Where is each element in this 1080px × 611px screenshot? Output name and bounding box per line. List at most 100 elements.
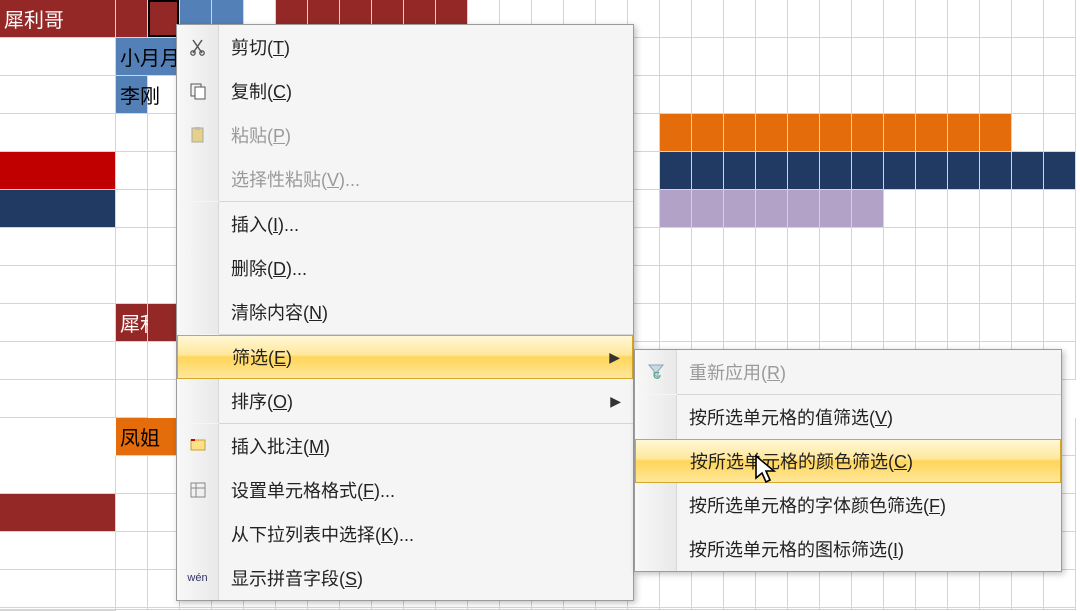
cell[interactable] — [1012, 228, 1044, 266]
cell[interactable] — [788, 190, 820, 228]
cell[interactable] — [820, 608, 852, 610]
cell[interactable] — [756, 266, 788, 304]
cell[interactable] — [724, 190, 756, 228]
cell[interactable] — [244, 608, 276, 610]
cell[interactable] — [884, 570, 916, 608]
cell[interactable] — [980, 304, 1012, 342]
cell[interactable] — [148, 608, 180, 610]
cell[interactable] — [724, 152, 756, 190]
cell[interactable] — [948, 608, 980, 610]
cell[interactable] — [820, 38, 852, 76]
cell[interactable] — [692, 38, 724, 76]
cell[interactable] — [980, 228, 1012, 266]
cell[interactable] — [1012, 0, 1044, 38]
cell[interactable] — [692, 152, 724, 190]
cell[interactable] — [980, 190, 1012, 228]
cell[interactable] — [692, 228, 724, 266]
cell[interactable] — [884, 228, 916, 266]
cell[interactable]: 凤姐 — [116, 418, 180, 456]
cell[interactable] — [0, 494, 116, 532]
cell[interactable] — [1044, 76, 1076, 114]
menu-item-copy[interactable]: 复制(C) — [177, 69, 633, 113]
cell[interactable] — [116, 532, 148, 570]
cell[interactable] — [884, 190, 916, 228]
cell[interactable] — [820, 76, 852, 114]
cell[interactable] — [884, 304, 916, 342]
cell[interactable] — [980, 570, 1012, 608]
cell[interactable] — [820, 570, 852, 608]
menu-item-delete[interactable]: 删除(D)... — [177, 246, 633, 290]
cell[interactable] — [948, 38, 980, 76]
cell[interactable] — [980, 114, 1012, 152]
cell[interactable] — [1044, 228, 1076, 266]
cell[interactable] — [756, 228, 788, 266]
cell[interactable] — [116, 0, 148, 38]
cell[interactable] — [692, 608, 724, 610]
cell[interactable] — [1044, 608, 1076, 610]
cell[interactable] — [1012, 304, 1044, 342]
cell[interactable] — [916, 190, 948, 228]
cell[interactable] — [820, 304, 852, 342]
cell[interactable] — [948, 114, 980, 152]
menu-item-show-pinyin[interactable]: wén 显示拼音字段(S) — [177, 556, 633, 600]
submenu-item-filter-by-icon[interactable]: 按所选单元格的图标筛选(I) — [635, 527, 1061, 571]
cell[interactable] — [980, 76, 1012, 114]
cell[interactable] — [756, 304, 788, 342]
cell[interactable] — [788, 38, 820, 76]
cell[interactable] — [852, 570, 884, 608]
cell[interactable] — [724, 76, 756, 114]
cell[interactable] — [116, 456, 148, 494]
cell[interactable] — [0, 38, 116, 76]
cell[interactable] — [628, 608, 660, 610]
cell[interactable] — [756, 190, 788, 228]
cell[interactable] — [756, 152, 788, 190]
cell[interactable] — [884, 266, 916, 304]
cell[interactable] — [948, 0, 980, 38]
cell[interactable] — [116, 494, 148, 532]
cell[interactable] — [660, 228, 692, 266]
cell[interactable] — [308, 608, 340, 610]
menu-item-paste[interactable]: 粘贴(P) — [177, 113, 633, 157]
cell[interactable] — [1012, 608, 1044, 610]
cell[interactable]: 犀利哥 — [116, 304, 148, 342]
cell[interactable] — [0, 190, 116, 228]
menu-item-cut[interactable]: 剪切(T) — [177, 25, 633, 69]
cell[interactable] — [692, 266, 724, 304]
cell[interactable] — [788, 608, 820, 610]
cell[interactable]: 小月月 — [116, 38, 180, 76]
cell[interactable] — [948, 190, 980, 228]
cell[interactable] — [820, 0, 852, 38]
cell[interactable]: 犀利哥 — [0, 0, 116, 38]
cell[interactable] — [852, 152, 884, 190]
cell[interactable] — [0, 342, 116, 380]
cell[interactable] — [980, 608, 1012, 610]
menu-item-pick-from-list[interactable]: 从下拉列表中选择(K)... — [177, 512, 633, 556]
cell[interactable] — [724, 38, 756, 76]
cell[interactable] — [788, 570, 820, 608]
cell[interactable] — [724, 304, 756, 342]
cell[interactable] — [852, 304, 884, 342]
cell[interactable] — [0, 532, 116, 570]
cell[interactable] — [436, 608, 468, 610]
cell[interactable] — [660, 266, 692, 304]
cell[interactable] — [692, 570, 724, 608]
cell[interactable] — [116, 380, 148, 418]
cell[interactable] — [852, 190, 884, 228]
cell[interactable] — [660, 76, 692, 114]
cell[interactable] — [820, 152, 852, 190]
cell[interactable] — [1012, 190, 1044, 228]
cell[interactable] — [1012, 570, 1044, 608]
cell[interactable] — [820, 266, 852, 304]
cell[interactable] — [916, 38, 948, 76]
cell[interactable] — [788, 304, 820, 342]
cell[interactable] — [596, 608, 628, 610]
cell[interactable] — [1012, 38, 1044, 76]
cell[interactable] — [916, 0, 948, 38]
cell[interactable] — [948, 304, 980, 342]
cell[interactable] — [852, 114, 884, 152]
cell[interactable] — [0, 76, 116, 114]
cell[interactable] — [724, 0, 756, 38]
cell[interactable] — [788, 0, 820, 38]
cell[interactable] — [820, 114, 852, 152]
cell[interactable] — [820, 190, 852, 228]
